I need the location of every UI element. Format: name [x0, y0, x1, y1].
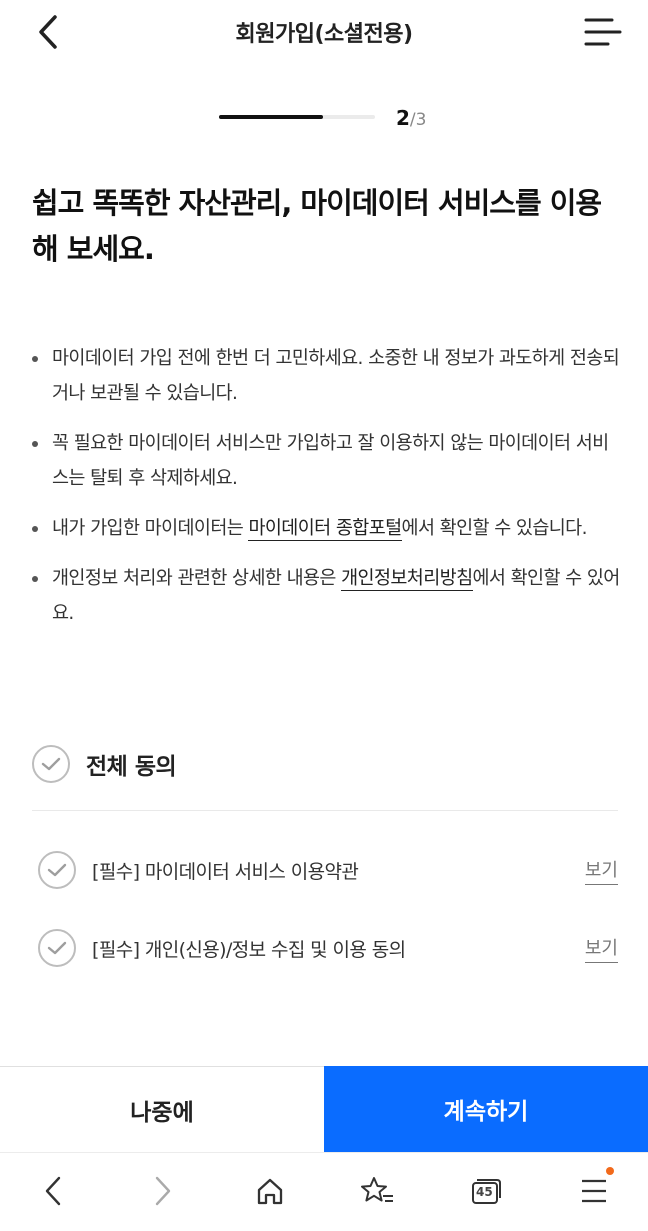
notice-text: 꼭 필요한 마이데이터 서비스만 가입하고 잘 이용하지 않는 마이데이터 서비… — [52, 433, 609, 489]
progress-bar — [219, 115, 375, 119]
privacy-policy-link[interactable]: 개인정보처리방침 — [341, 568, 473, 591]
term-checkbox[interactable] — [38, 929, 76, 967]
check-circle-icon — [32, 745, 70, 783]
notice-item: 개인정보 처리와 관련한 상세한 내용은 개인정보처리방침에서 확인할 수 있어… — [30, 561, 620, 631]
term-item: [필수] 개인(신용)/정보 수집 및 이용 동의 보기 — [38, 928, 618, 968]
notice-text: 마이데이터 가입 전에 한번 더 고민하세요. 소중한 내 정보가 과도하게 전… — [52, 348, 620, 404]
browser-toolbar: 45 — [0, 1152, 648, 1231]
notification-dot — [606, 1167, 614, 1175]
progress-fill — [219, 115, 324, 119]
step-indicator: 2/3 — [396, 106, 426, 130]
term-label: [필수] 개인(신용)/정보 수집 및 이용 동의 — [92, 938, 406, 961]
browser-tabs-button[interactable]: 45 — [464, 1171, 508, 1211]
browser-back-button[interactable] — [31, 1171, 75, 1211]
check-icon — [47, 863, 67, 877]
browser-forward-button[interactable] — [141, 1171, 185, 1211]
browser-home-button[interactable] — [248, 1171, 292, 1211]
browser-menu-button[interactable] — [572, 1167, 616, 1211]
step-total: 3 — [415, 110, 427, 130]
agree-all-checkbox[interactable]: 전체 동의 — [32, 744, 177, 784]
later-button[interactable]: 나중에 — [0, 1066, 324, 1152]
mydata-portal-link[interactable]: 마이데이터 종합포털 — [248, 518, 402, 541]
chevron-left-icon — [45, 1176, 61, 1206]
tabs-count: 45 — [476, 1185, 493, 1199]
term-label: [필수] 마이데이터 서비스 이용약관 — [92, 860, 359, 883]
notice-text: 내가 가입한 마이데이터는 — [52, 518, 249, 539]
notice-list: 마이데이터 가입 전에 한번 더 고민하세요. 소중한 내 정보가 과도하게 전… — [30, 341, 620, 646]
term-checkbox[interactable] — [38, 851, 76, 889]
headline: 쉽고 똑똑한 자산관리, 마이데이터 서비스를 이용해 보세요. — [32, 186, 602, 266]
star-bookmark-icon — [361, 1177, 393, 1202]
view-terms-link[interactable]: 보기 — [584, 856, 618, 885]
hamburger-menu-icon — [582, 1179, 606, 1203]
notice-item: 내가 가입한 마이데이터는 마이데이터 종합포털에서 확인할 수 있습니다. — [30, 511, 620, 546]
divider — [32, 810, 618, 811]
agree-all-label: 전체 동의 — [86, 754, 177, 780]
step-current: 2 — [396, 106, 410, 130]
home-icon — [257, 1178, 283, 1205]
browser-favorites-button[interactable] — [356, 1171, 400, 1211]
menu-button[interactable] — [584, 14, 622, 50]
notice-item: 마이데이터 가입 전에 한번 더 고민하세요. 소중한 내 정보가 과도하게 전… — [30, 341, 620, 411]
term-item: [필수] 마이데이터 서비스 이용약관 보기 — [38, 850, 618, 890]
chevron-right-icon — [155, 1176, 171, 1206]
check-icon — [47, 941, 67, 955]
page-title: 회원가입(소셜전용) — [235, 22, 413, 47]
view-consent-link[interactable]: 보기 — [584, 934, 618, 963]
notice-text: 에서 확인할 수 있습니다. — [401, 518, 588, 539]
notice-item: 꼭 필요한 마이데이터 서비스만 가입하고 잘 이용하지 않는 마이데이터 서비… — [30, 426, 620, 496]
continue-button[interactable]: 계속하기 — [324, 1066, 648, 1152]
hamburger-menu-icon — [584, 18, 622, 46]
notice-text: 개인정보 처리와 관련한 상세한 내용은 — [52, 568, 342, 589]
header: 회원가입(소셜전용) — [0, 0, 648, 66]
bottom-actions: 나중에 계속하기 — [0, 1066, 648, 1152]
